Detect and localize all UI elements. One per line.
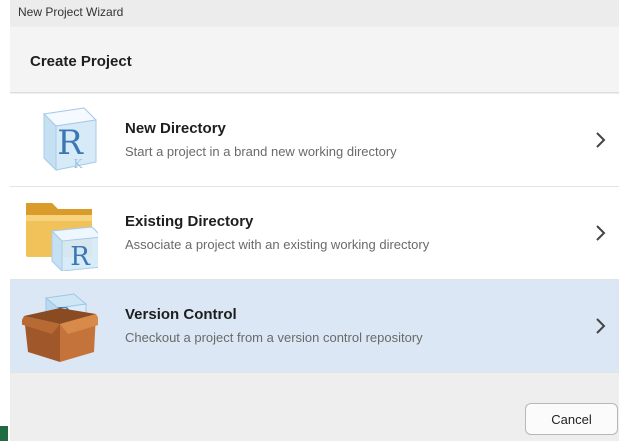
option-version-control[interactable]: R Version Control Checkout a project fro… [10, 280, 619, 373]
r-cube-icon: R K [22, 104, 98, 178]
option-title: Version Control [125, 306, 237, 323]
option-description: Checkout a project from a version contro… [125, 330, 423, 345]
chevron-right-icon [593, 223, 609, 243]
dialog-header: Create Project [10, 27, 619, 93]
taskbar-edge [0, 426, 8, 441]
option-new-directory[interactable]: R K New Directory Start a project in a b… [10, 94, 619, 187]
option-description: Start a project in a brand new working d… [125, 144, 397, 159]
window-titlebar: New Project Wizard [10, 0, 619, 26]
package-box-icon: R [20, 290, 102, 364]
option-title: Existing Directory [125, 213, 254, 230]
svg-text:K: K [74, 157, 84, 171]
chevron-right-icon [593, 316, 609, 336]
cancel-button[interactable]: Cancel [525, 403, 618, 435]
option-title: New Directory [125, 120, 226, 137]
window-title: New Project Wizard [18, 5, 124, 19]
option-description: Associate a project with an existing wor… [125, 237, 430, 252]
svg-text:R: R [70, 242, 91, 271]
option-existing-directory[interactable]: R Existing Directory Associate a project… [10, 187, 619, 280]
project-type-list: R K New Directory Start a project in a b… [10, 94, 619, 373]
chevron-right-icon [593, 130, 609, 150]
new-project-wizard-dialog: New Project Wizard Create Project R K Ne… [10, 0, 619, 441]
page-title: Create Project [30, 53, 132, 70]
folder-r-icon: R [22, 197, 104, 273]
dialog-footer: Cancel [10, 374, 619, 441]
